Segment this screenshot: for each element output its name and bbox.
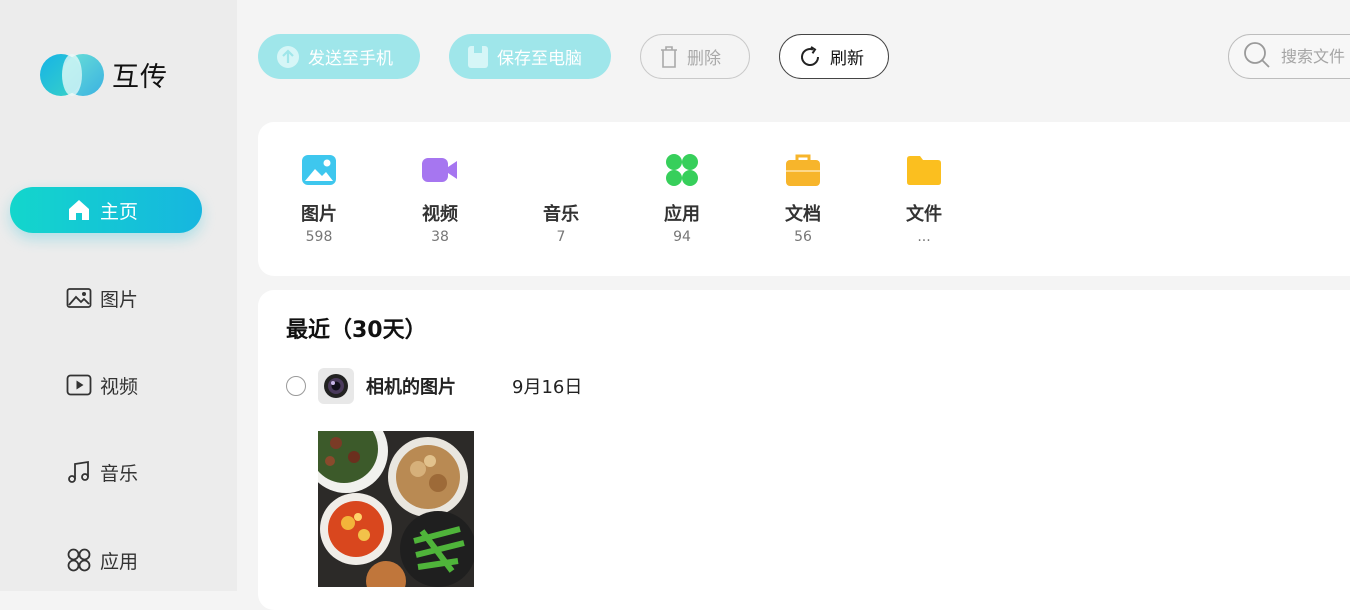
category-count: 38 xyxy=(431,229,449,245)
music-icon xyxy=(66,459,92,485)
category-name: 文档 xyxy=(785,204,821,225)
music-icon xyxy=(543,152,579,188)
sidebar-item-images[interactable]: 图片 xyxy=(10,275,202,321)
category-count: ... xyxy=(917,229,931,245)
sidebar-item-videos[interactable]: 视频 xyxy=(10,362,202,408)
sidebar-item-label: 图片 xyxy=(100,288,139,311)
sidebar-item-label: 主页 xyxy=(100,200,139,223)
send-to-phone-button[interactable]: 发送至手机 xyxy=(258,34,420,79)
briefcase-icon xyxy=(785,152,821,188)
sidebar-item-label: 应用 xyxy=(100,550,139,573)
sidebar-item-apps[interactable]: 应用 xyxy=(10,537,202,583)
app-name: 互传 xyxy=(112,61,168,93)
apps-icon xyxy=(664,152,700,188)
search-icon xyxy=(1243,41,1271,73)
sidebar-item-home[interactable]: 主页 xyxy=(10,187,202,233)
image-icon xyxy=(301,152,337,188)
save-icon xyxy=(467,45,489,69)
refresh-button[interactable]: 刷新 xyxy=(779,34,889,79)
search-box[interactable] xyxy=(1228,34,1350,79)
save-to-pc-button[interactable]: 保存至电脑 xyxy=(449,34,611,79)
select-group-radio[interactable] xyxy=(286,376,306,396)
app-logo: 互传 xyxy=(40,52,168,96)
category-name: 图片 xyxy=(301,204,337,225)
category-count: 94 xyxy=(673,229,691,245)
category-apps[interactable]: 应用 94 xyxy=(642,152,722,245)
category-name: 文件 xyxy=(906,204,942,225)
home-icon xyxy=(66,197,92,223)
food-photo-icon xyxy=(318,431,474,587)
refresh-label: 刷新 xyxy=(830,49,864,69)
category-card: 图片 598 视频 38 音乐 7 应用 94 文档 56 文件 ... xyxy=(258,122,1350,276)
sidebar-item-music[interactable]: 音乐 xyxy=(10,449,202,495)
sidebar-item-label: 音乐 xyxy=(100,462,139,485)
category-music[interactable]: 音乐 7 xyxy=(521,152,601,245)
category-videos[interactable]: 视频 38 xyxy=(400,152,480,245)
save-to-pc-label: 保存至电脑 xyxy=(497,49,582,69)
recent-card: 最近（30天） 相机的图片 9月16日 xyxy=(258,290,1350,610)
delete-label: 删除 xyxy=(687,49,721,69)
sidebar-item-label: 视频 xyxy=(100,375,139,398)
album-date: 9月16日 xyxy=(512,377,583,398)
folder-icon xyxy=(906,152,942,188)
category-name: 音乐 xyxy=(543,204,579,225)
category-count: 598 xyxy=(305,229,333,245)
photo-thumbnail[interactable] xyxy=(318,431,474,587)
camera-icon xyxy=(318,368,354,404)
recent-group: 相机的图片 9月16日 xyxy=(286,368,582,404)
category-name: 应用 xyxy=(664,204,700,225)
album-name: 相机的图片 xyxy=(366,377,456,398)
sidebar: 互传 主页 图片 视频 音乐 应用 xyxy=(0,0,237,591)
recent-title: 最近（30天） xyxy=(286,318,427,343)
category-images[interactable]: 图片 598 xyxy=(279,152,359,245)
category-documents[interactable]: 文档 56 xyxy=(763,152,843,245)
upload-icon xyxy=(276,45,300,69)
image-icon xyxy=(66,285,92,311)
category-name: 视频 xyxy=(422,204,458,225)
video-icon xyxy=(66,372,92,398)
apps-icon xyxy=(66,547,92,573)
category-count: 7 xyxy=(556,229,566,245)
logo-icon xyxy=(40,52,106,96)
video-icon xyxy=(422,152,458,188)
search-input[interactable] xyxy=(1281,47,1350,66)
category-count: 56 xyxy=(794,229,812,245)
refresh-icon xyxy=(798,45,822,69)
send-to-phone-label: 发送至手机 xyxy=(308,49,393,69)
delete-button[interactable]: 删除 xyxy=(640,34,750,79)
category-files[interactable]: 文件 ... xyxy=(884,152,964,245)
trash-icon xyxy=(659,45,679,69)
